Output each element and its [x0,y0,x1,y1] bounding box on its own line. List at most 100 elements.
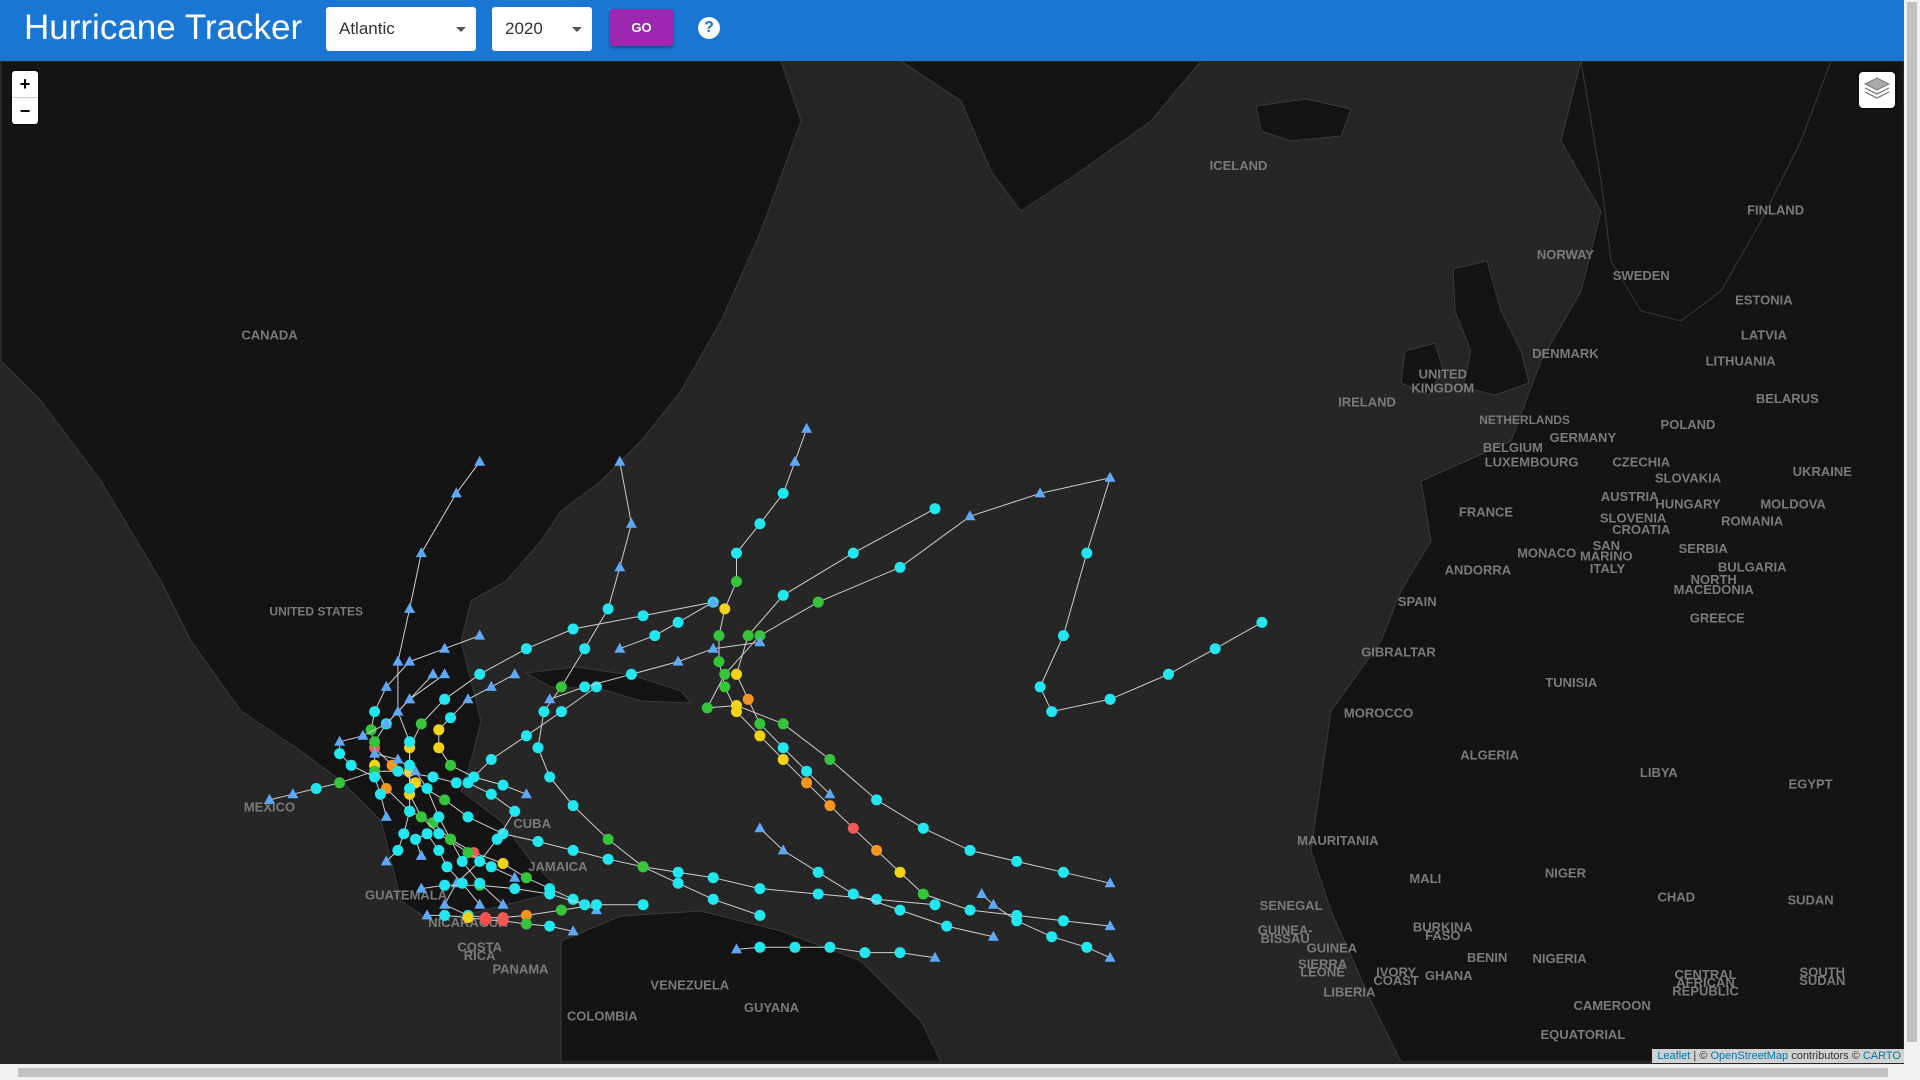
storm-point-marker[interactable] [1081,941,1093,953]
storm-point-marker[interactable] [824,941,836,953]
go-button[interactable]: GO [610,9,673,46]
storm-point-marker[interactable] [1011,855,1023,867]
storm-point-marker[interactable] [1081,547,1093,559]
storm-point-marker[interactable] [485,754,497,765]
storm-point-marker[interactable] [789,941,801,953]
storm-point-marker[interactable] [777,742,789,754]
storm-point-marker[interactable] [474,877,486,889]
storm-point-marker[interactable] [1057,866,1069,878]
storm-point-marker[interactable] [731,547,742,559]
storm-point-marker[interactable] [433,844,445,856]
storm-point-marker[interactable] [929,899,941,911]
storm-point-marker[interactable] [1057,915,1069,927]
depression-marker[interactable] [485,680,497,691]
depression-marker[interactable] [801,422,813,433]
storm-point-marker[interactable] [544,771,556,783]
storm-point-marker[interactable] [310,783,322,794]
storm-point-marker[interactable] [441,861,453,873]
storm-point-marker[interactable] [579,681,591,693]
storm-point-marker[interactable] [637,899,649,911]
storm-point-marker[interactable] [707,872,719,884]
storm-point-marker[interactable] [1163,668,1174,680]
storm-point-marker[interactable] [491,833,503,845]
storm-point-marker[interactable] [369,706,381,718]
storm-point-marker[interactable] [754,941,766,953]
storm-point-marker[interactable] [801,765,813,777]
storm-point-marker[interactable] [532,742,544,754]
storm-point-marker[interactable] [433,724,445,736]
storm-point-marker[interactable] [421,783,433,794]
storm-point-marker[interactable] [777,718,789,730]
depression-marker[interactable] [614,561,626,572]
storm-point-marker[interactable] [894,904,906,916]
storm-point-marker[interactable] [719,603,731,615]
storm-point-marker[interactable] [929,503,941,515]
storm-point-marker[interactable] [941,920,953,932]
storm-point-marker[interactable] [544,920,556,932]
storm-point-marker[interactable] [567,844,579,856]
storm-point-marker[interactable] [520,872,532,884]
storm-point-marker[interactable] [964,844,976,856]
storm-point-marker[interactable] [731,700,742,711]
storm-point-marker[interactable] [754,883,766,895]
storm-point-marker[interactable] [497,858,509,869]
storm-point-marker[interactable] [859,947,871,959]
storm-point-marker[interactable] [433,811,445,823]
storm-point-marker[interactable] [480,914,491,926]
storm-point-marker[interactable] [777,589,789,601]
storm-point-marker[interactable] [404,759,416,771]
storm-point-marker[interactable] [532,836,544,847]
storm-point-marker[interactable] [824,800,836,812]
storm-point-marker[interactable] [497,779,509,791]
storm-point-marker[interactable] [439,909,451,921]
storm-point-marker[interactable] [439,794,451,806]
storm-point-marker[interactable] [847,888,859,900]
storm-point-marker[interactable] [369,736,381,748]
storm-point-marker[interactable] [672,866,684,878]
storm-point-marker[interactable] [520,730,532,742]
storm-point-marker[interactable] [701,702,713,714]
storm-point-marker[interactable] [824,754,836,765]
storm-point-marker[interactable] [567,623,579,635]
storm-track[interactable] [614,596,719,653]
storm-point-marker[interactable] [567,800,579,812]
help-icon[interactable]: ? [698,17,720,39]
horizontal-scrollbar-thumb[interactable] [18,1068,1888,1077]
storm-point-marker[interactable] [433,828,445,840]
storm-point-marker[interactable] [404,783,416,794]
storm-point-marker[interactable] [520,643,532,655]
osm-link[interactable]: OpenStreetMap [1710,1050,1788,1062]
storm-point-marker[interactable] [707,893,719,905]
storm-point-marker[interactable] [754,718,766,730]
storm-point-marker[interactable] [392,765,404,777]
storm-point-marker[interactable] [579,643,591,655]
depression-marker[interactable] [777,844,789,855]
storm-point-marker[interactable] [555,681,567,693]
storm-point-marker[interactable] [964,904,976,916]
storm-point-marker[interactable] [439,693,451,705]
storm-point-marker[interactable] [672,616,684,628]
storm-point-marker[interactable] [485,788,497,800]
storm-point-marker[interactable] [374,788,386,800]
zoom-out-button[interactable]: − [12,98,38,124]
carto-link[interactable]: CARTO [1863,1050,1901,1062]
storm-point-marker[interactable] [871,844,883,856]
storm-point-marker[interactable] [754,909,766,921]
storm-point-marker[interactable] [1256,616,1268,628]
storm-point-marker[interactable] [1011,915,1023,927]
storm-point-marker[interactable] [1104,693,1116,705]
storm-point-marker[interactable] [567,893,579,905]
storm-point-marker[interactable] [713,630,725,642]
storm-point-marker[interactable] [742,693,754,705]
depression-marker[interactable] [509,668,521,679]
storm-point-marker[interactable] [602,603,614,615]
storm-point-marker[interactable] [812,888,824,900]
storm-point-marker[interactable] [754,730,766,742]
storm-point-marker[interactable] [334,748,346,760]
storm-track[interactable] [731,503,941,799]
storm-point-marker[interactable] [713,656,725,668]
storm-point-marker[interactable] [456,877,468,889]
storm-point-marker[interactable] [777,754,789,765]
storm-point-marker[interactable] [812,866,824,878]
storm-point-marker[interactable] [555,706,567,718]
